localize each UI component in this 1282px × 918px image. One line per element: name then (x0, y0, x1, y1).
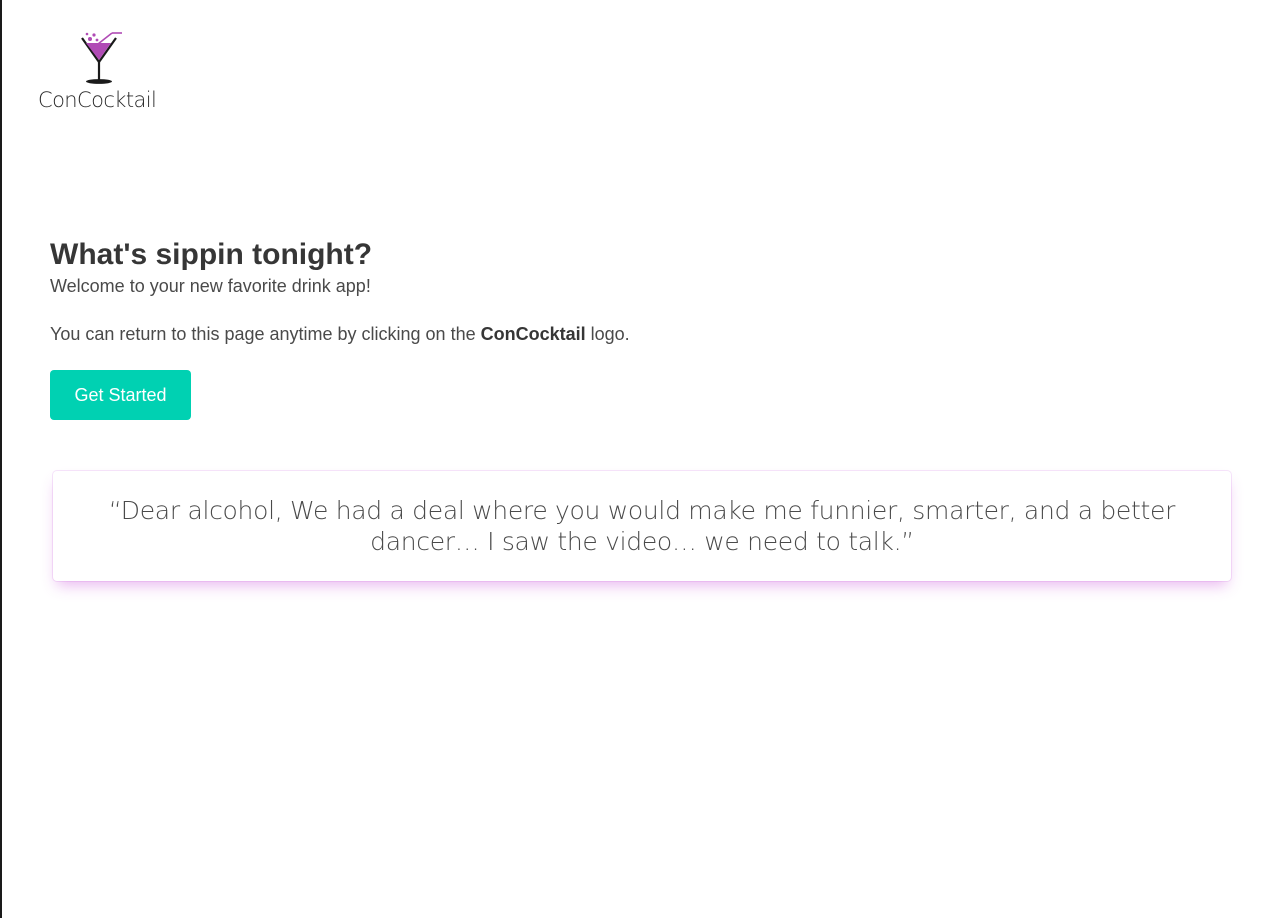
page-title: What's sippin tonight? (50, 238, 373, 271)
return-note: You can return to this page anytime by c… (50, 322, 950, 346)
logo-wordmark: ConCocktail (38, 88, 157, 112)
quote-text: “Dear alcohol, We had a deal where you w… (108, 496, 1176, 556)
martini-glass-icon (81, 32, 122, 84)
logo-link[interactable]: ConCocktail (36, 30, 166, 120)
return-note-suffix: logo. (590, 324, 630, 344)
return-note-prefix: You can return to this page anytime by c… (50, 324, 476, 344)
hero-section: What's sippin tonight? Welcome to your n… (50, 236, 950, 420)
return-note-brand: ConCocktail (480, 324, 586, 344)
page-subtitle: Welcome to your new favorite drink app! (50, 276, 371, 296)
quote-card: “Dear alcohol, We had a deal where you w… (53, 471, 1231, 581)
get-started-button[interactable]: Get Started (50, 370, 191, 420)
